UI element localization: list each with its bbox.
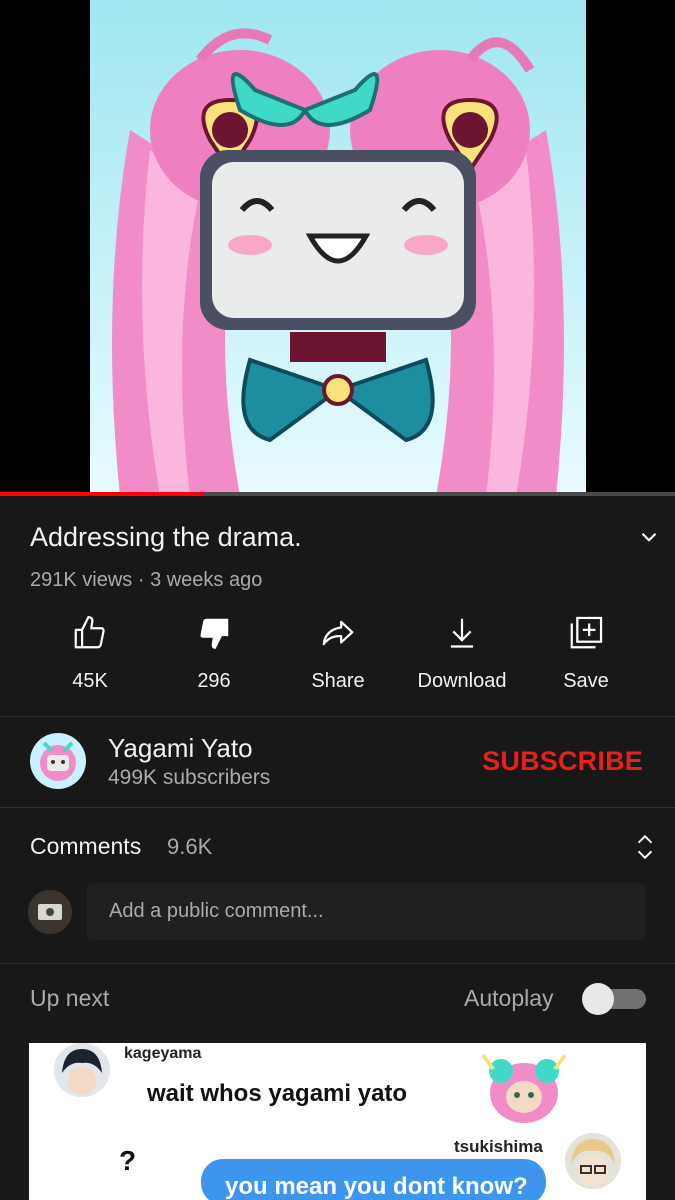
- expand-collapse-icon[interactable]: [632, 833, 658, 861]
- up-next-label: Up next: [30, 985, 110, 1011]
- divider: [0, 716, 675, 717]
- chat-username-2: tsukishima: [454, 1137, 543, 1156]
- download-icon: [450, 618, 474, 648]
- comment-input[interactable]: [87, 883, 646, 940]
- progress-bar[interactable]: [0, 492, 675, 496]
- save-label: Save: [563, 670, 609, 692]
- view-count: 291K views: [30, 569, 133, 591]
- channel-name[interactable]: Yagami Yato: [108, 733, 253, 764]
- kageyama-avatar: [54, 1043, 110, 1097]
- subscriber-count: 499K subscribers: [108, 766, 271, 789]
- next-video-thumbnail[interactable]: kageyama wait whos yagami yato ? tsukish…: [29, 1043, 646, 1200]
- subscribe-button[interactable]: SUBSCRIBE: [482, 746, 643, 777]
- comments-heading[interactable]: Comments: [30, 833, 141, 860]
- progress-fill: [0, 492, 203, 496]
- dislike-count: 296: [197, 670, 231, 692]
- thumb-up-icon: [74, 616, 105, 649]
- user-avatar: [28, 890, 72, 934]
- video-title: Addressing the drama.: [30, 522, 302, 552]
- action-bar: 45K 296 Share Download Save: [28, 614, 648, 694]
- download-button[interactable]: Download: [400, 614, 524, 694]
- save-button[interactable]: Save: [524, 614, 648, 694]
- comments-count: 9.6K: [167, 834, 213, 859]
- download-label: Download: [417, 670, 507, 692]
- meta-separator: ·: [137, 569, 151, 591]
- video-thumbnail: [90, 0, 586, 496]
- thumb-down-icon: [200, 618, 229, 649]
- chat-username-1: kageyama: [124, 1045, 202, 1062]
- video-meta: 291K views · 3 weeks ago: [30, 569, 262, 592]
- chat-message-1: wait whos yagami yato: [147, 1080, 408, 1107]
- share-button[interactable]: Share: [276, 614, 400, 694]
- toggle-knob: [582, 983, 616, 1015]
- user-avatar-image: [28, 890, 72, 934]
- video-player[interactable]: [0, 0, 675, 496]
- share-label: Share: [311, 670, 365, 692]
- chat-message-2: you mean you dont know?: [225, 1173, 528, 1200]
- divider: [0, 963, 675, 964]
- divider: [0, 807, 675, 808]
- like-count: 45K: [72, 670, 108, 692]
- yagami-yato-art: [471, 1045, 577, 1125]
- tsukishima-avatar: [565, 1133, 621, 1189]
- like-button[interactable]: 45K: [28, 614, 152, 694]
- playlist-add-icon: [570, 616, 603, 649]
- share-arrow-icon: [322, 620, 354, 646]
- autoplay-label: Autoplay: [464, 985, 554, 1011]
- channel-avatar[interactable]: [30, 733, 86, 789]
- question-mark: ?: [119, 1145, 137, 1176]
- chevron-down-icon[interactable]: [636, 524, 662, 550]
- channel-avatar-image: [30, 733, 86, 789]
- upload-age: 3 weeks ago: [150, 569, 263, 591]
- dislike-button[interactable]: 296: [152, 614, 276, 694]
- autoplay-toggle[interactable]: [582, 983, 646, 1015]
